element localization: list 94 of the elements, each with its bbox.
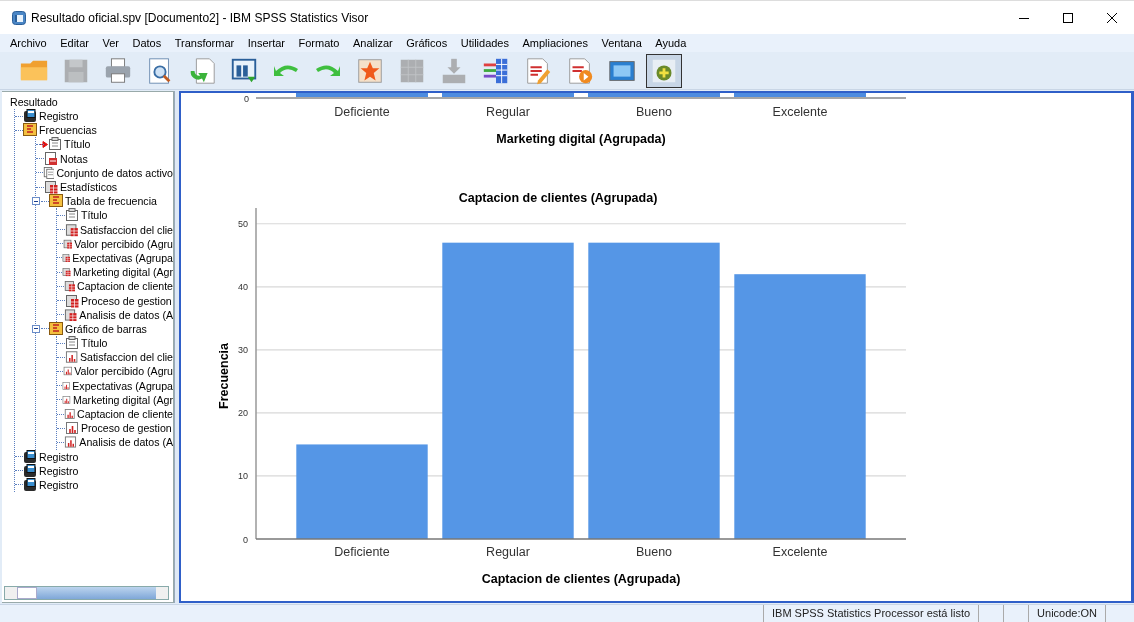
category-label: Bueno bbox=[635, 545, 673, 559]
title-page-icon bbox=[65, 336, 79, 351]
table-icon bbox=[44, 180, 58, 195]
app-icon bbox=[12, 10, 26, 25]
tree-item[interactable]: Tabla de frecuencia bbox=[65, 195, 157, 208]
menu-item[interactable]: Editar bbox=[55, 37, 98, 49]
category-label: Bueno bbox=[635, 105, 673, 119]
undo-icon bbox=[273, 63, 299, 78]
title-page-icon bbox=[48, 137, 62, 152]
category-label: Deficiente bbox=[334, 545, 390, 559]
collapse-toggle[interactable] bbox=[32, 324, 40, 333]
log-icon bbox=[23, 449, 37, 464]
axis-tick-label: 30 bbox=[238, 345, 248, 356]
axis-tick-label: 0 bbox=[243, 534, 248, 545]
tree-item[interactable]: Analisis de datos (A bbox=[79, 436, 173, 449]
printer-icon bbox=[103, 55, 133, 86]
tree-item[interactable]: Expectativas (Agrupa bbox=[72, 251, 173, 264]
tree-item[interactable]: Satisfaccion del clie bbox=[79, 351, 173, 364]
bar-chart-icon bbox=[64, 435, 78, 450]
redo-icon bbox=[315, 63, 341, 78]
category-label: Regular bbox=[486, 105, 530, 119]
bar-chart-icon bbox=[63, 407, 75, 422]
tree-item[interactable]: Título bbox=[64, 138, 91, 151]
window-title: Resultado oficial.spv [Documento2] - IBM SPSS Statistics Visor bbox=[31, 10, 370, 25]
tree-item[interactable]: Notas bbox=[60, 152, 88, 165]
axis-title: Frecuencia bbox=[217, 343, 231, 409]
output-icon bbox=[23, 123, 37, 138]
tree-item[interactable]: Expectativas (Agrupa bbox=[72, 379, 173, 392]
log-icon bbox=[23, 463, 37, 478]
tree-item[interactable]: Captacion de cliente bbox=[77, 408, 173, 421]
tree-item[interactable]: Captacion de cliente bbox=[77, 280, 173, 293]
axis-tick-label: 0 bbox=[244, 94, 249, 104]
status-text: IBM SPSS Statistics Processor está listo bbox=[763, 605, 979, 622]
log-icon bbox=[23, 477, 37, 492]
tree-item[interactable]: Proceso de gestion bbox=[81, 422, 172, 435]
tree-item[interactable]: Proceso de gestion bbox=[81, 294, 172, 307]
category-label: Excelente bbox=[772, 105, 828, 119]
tree-item[interactable]: Frecuencias bbox=[39, 124, 97, 137]
collapse-toggle[interactable] bbox=[32, 197, 40, 206]
table-icon bbox=[64, 307, 78, 322]
maximize-icon[interactable] bbox=[1063, 12, 1073, 23]
menu-item[interactable]: Datos bbox=[127, 37, 170, 49]
close-icon[interactable] bbox=[1107, 12, 1117, 23]
menu-item[interactable]: Ver bbox=[97, 37, 128, 49]
menu-item[interactable]: Archivo bbox=[5, 37, 56, 49]
tree-item[interactable]: Valor percibido (Agru bbox=[74, 365, 173, 378]
title-page-icon bbox=[65, 208, 79, 223]
tree-item[interactable]: Registro bbox=[39, 478, 79, 491]
dataset-icon bbox=[42, 165, 55, 180]
axis-title: Captacion de clientes (Agrupada) bbox=[481, 572, 681, 586]
tree-item[interactable]: Analisis de datos (A bbox=[79, 308, 173, 321]
menu-item[interactable]: Analizar bbox=[347, 37, 402, 49]
status-text: Unicode:ON bbox=[1028, 605, 1105, 622]
menu-item[interactable]: Formato bbox=[293, 37, 348, 49]
category-label: Regular bbox=[486, 545, 530, 559]
menu-item[interactable]: Ventana bbox=[596, 37, 651, 49]
output-icon bbox=[49, 194, 63, 209]
menu-item[interactable]: Insertar bbox=[242, 37, 294, 49]
tree-item[interactable]: Conjunto de datos activo bbox=[56, 166, 173, 179]
output-icon bbox=[49, 321, 63, 336]
tree-item[interactable]: Estadísticos bbox=[60, 181, 118, 194]
tree-item[interactable]: Título bbox=[81, 209, 108, 222]
tree-item[interactable]: Marketing digital (Agr bbox=[72, 393, 173, 406]
axis-tick-label: 10 bbox=[238, 471, 248, 482]
table-icon bbox=[63, 279, 75, 294]
bar-chart-icon bbox=[64, 350, 78, 365]
notes-icon bbox=[44, 151, 58, 166]
tree-item[interactable]: Satisfaccion del clie bbox=[79, 223, 173, 236]
menu-item[interactable]: Utilidades bbox=[455, 37, 518, 49]
axis-tick-label: 40 bbox=[238, 282, 248, 293]
category-label: Deficiente bbox=[334, 105, 390, 119]
menu-item[interactable]: Transformar bbox=[169, 37, 243, 49]
menu-item[interactable]: Ampliaciones bbox=[517, 37, 597, 49]
axis-tick-label: 50 bbox=[238, 219, 248, 230]
table-icon bbox=[64, 222, 78, 237]
tree-item[interactable]: Registro bbox=[39, 450, 79, 463]
tree-item[interactable]: Valor percibido (Agru bbox=[74, 237, 173, 250]
table-icon bbox=[65, 293, 79, 308]
tree-item[interactable]: Título bbox=[81, 337, 108, 350]
bar-chart-icon bbox=[65, 421, 79, 436]
axis-tick-label: 20 bbox=[238, 408, 248, 419]
log-icon bbox=[23, 109, 37, 124]
chart-title: Captacion de clientes (Agrupada) bbox=[458, 191, 658, 205]
tree-item[interactable]: Gráfico de barras bbox=[65, 322, 147, 335]
add-button[interactable] bbox=[646, 53, 682, 88]
horizontal-scrollbar[interactable] bbox=[4, 586, 169, 600]
category-label: Excelente bbox=[772, 545, 828, 559]
menu-item[interactable]: Gráficos bbox=[401, 37, 456, 49]
menu-item[interactable]: Ayuda bbox=[650, 37, 695, 49]
axis-title: Marketing digital (Agrupada) bbox=[496, 132, 666, 146]
tree-item[interactable]: Resultado bbox=[6, 95, 173, 109]
tree-item[interactable]: Marketing digital (Agr bbox=[72, 266, 173, 279]
tree-item[interactable]: Registro bbox=[39, 110, 79, 123]
tree-item[interactable]: Registro bbox=[39, 464, 79, 477]
